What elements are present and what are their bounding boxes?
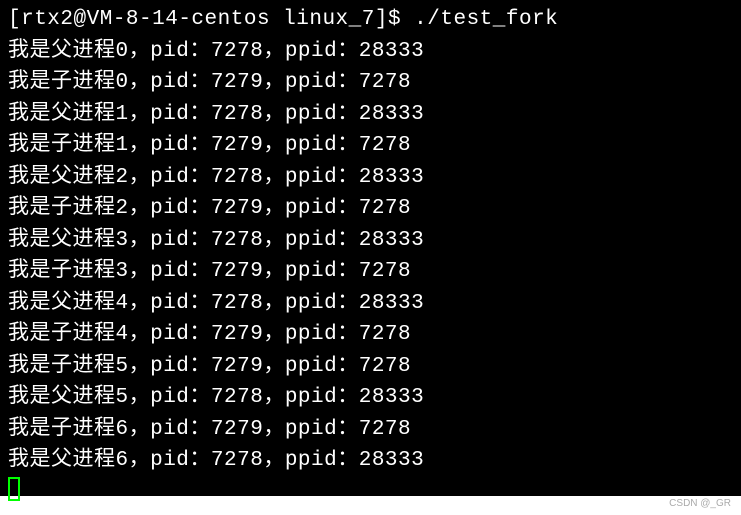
prompt-text: [rtx2@VM-8-14-centos linux_7]$ ./test_fo… xyxy=(8,4,558,36)
output-line: 我是子进程3，pid：7279，ppid：7278 xyxy=(8,256,733,288)
cursor-line xyxy=(8,477,733,513)
output-line: 我是父进程4，pid：7278，ppid：28333 xyxy=(8,288,733,320)
output-line: 我是子进程4，pid：7279，ppid：7278 xyxy=(8,319,733,351)
shell-prompt-line: [rtx2@VM-8-14-centos linux_7]$ ./test_fo… xyxy=(8,4,733,36)
output-line: 我是子进程6，pid：7279，ppid：7278 xyxy=(8,414,733,446)
terminal-window[interactable]: [rtx2@VM-8-14-centos linux_7]$ ./test_fo… xyxy=(0,0,741,496)
output-line: 我是子进程5，pid：7279，ppid：7278 xyxy=(8,351,733,383)
output-line: 我是子进程0，pid：7279，ppid：7278 xyxy=(8,67,733,99)
output-line: 我是父进程6，pid：7278，ppid：28333 xyxy=(8,445,733,477)
terminal-cursor xyxy=(8,477,20,501)
output-line: 我是父进程1，pid：7278，ppid：28333 xyxy=(8,99,733,131)
output-line: 我是父进程2，pid：7278，ppid：28333 xyxy=(8,162,733,194)
output-line: 我是子进程2，pid：7279，ppid：7278 xyxy=(8,193,733,225)
output-line: 我是父进程3，pid：7278，ppid：28333 xyxy=(8,225,733,257)
watermark-text: CSDN @_GR xyxy=(669,498,731,509)
output-line: 我是子进程1，pid：7279，ppid：7278 xyxy=(8,130,733,162)
output-line: 我是父进程0，pid：7278，ppid：28333 xyxy=(8,36,733,68)
output-line: 我是父进程5，pid：7278，ppid：28333 xyxy=(8,382,733,414)
